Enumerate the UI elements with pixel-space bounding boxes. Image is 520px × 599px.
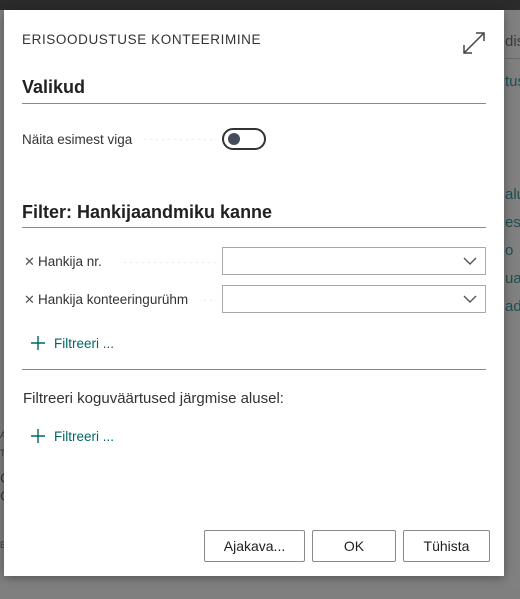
- posting-dialog: ERISOODUSTUSE KONTEERIMINE Valikud Näita…: [4, 10, 504, 576]
- remove-filter-icon[interactable]: ✕: [24, 292, 35, 308]
- add-filter-label: Filtreeri ...: [54, 335, 115, 351]
- ok-button[interactable]: OK: [312, 530, 396, 562]
- add-filter-link[interactable]: Filtreeri ...: [30, 333, 114, 353]
- add-totals-filter-link[interactable]: Filtreeri ...: [30, 426, 114, 446]
- cancel-button[interactable]: Tühista: [403, 530, 490, 562]
- expand-icon[interactable]: [462, 31, 486, 55]
- plus-icon: [31, 429, 45, 443]
- background-rule: [505, 58, 520, 59]
- background-text: dis: [505, 33, 520, 50]
- background-text: tus: [505, 73, 520, 90]
- vendor-no-label: Hankija nr.: [38, 254, 102, 269]
- show-first-error-toggle[interactable]: [222, 128, 266, 150]
- leader-dots: [142, 139, 216, 140]
- vendor-posting-group-label: Hankija konteeringurühm: [38, 292, 189, 307]
- background-text: ua: [505, 270, 520, 287]
- background-text: alu: [505, 186, 520, 203]
- remove-filter-icon[interactable]: ✕: [24, 254, 35, 270]
- leader-dots: [202, 300, 216, 301]
- plus-icon: [31, 336, 45, 350]
- schedule-button[interactable]: Ajakava...: [204, 530, 305, 562]
- vendor-no-select[interactable]: [222, 247, 486, 275]
- divider: [22, 369, 486, 370]
- add-totals-filter-label: Filtreeri ...: [54, 428, 115, 444]
- toggle-knob: [228, 133, 240, 145]
- background-text: ad: [505, 298, 520, 315]
- section-rule: [22, 103, 486, 104]
- dialog-title: ERISOODUSTUSE KONTEERIMINE: [22, 32, 262, 47]
- vendor-posting-group-select[interactable]: [222, 285, 486, 313]
- background-text: o: [505, 242, 514, 259]
- show-first-error-label: Näita esimest viga: [22, 132, 133, 147]
- chevron-down-icon: [463, 295, 477, 303]
- chevron-down-icon: [463, 257, 477, 265]
- leader-dots: [122, 262, 216, 263]
- filter-section-title: Filter: Hankijaandmiku kanne: [22, 202, 273, 222]
- section-rule: [22, 227, 486, 228]
- background-text: esa: [505, 214, 520, 231]
- background-top-bar: [0, 0, 520, 10]
- options-section-title: Valikud: [22, 77, 86, 97]
- totals-filter-caption: Filtreeri koguväärtused järgmise alusel:: [23, 390, 284, 407]
